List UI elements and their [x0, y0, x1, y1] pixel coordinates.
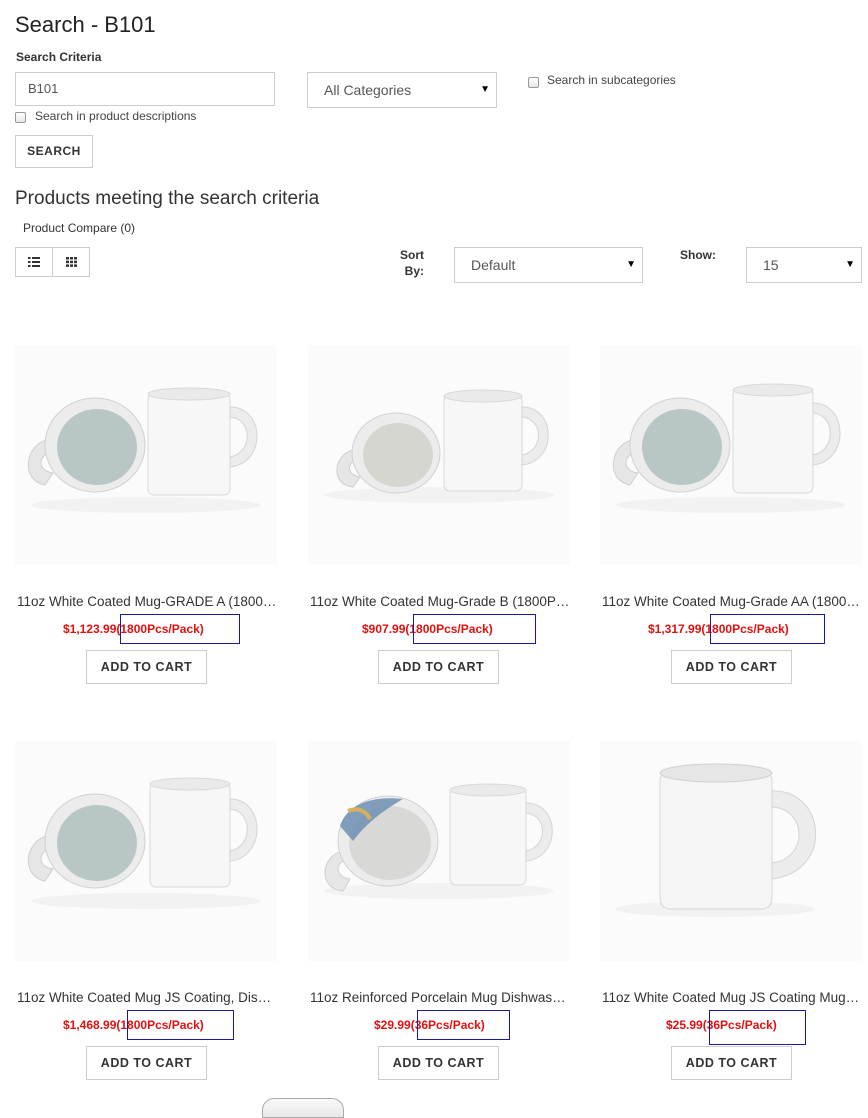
add-to-cart-button[interactable]: ADD TO CART [378, 650, 499, 684]
add-to-cart-button[interactable]: ADD TO CART [378, 1046, 499, 1080]
category-select[interactable]: All Categories ▼ [307, 72, 497, 108]
product-card: 11oz White Coated Mug-Grade AA (1800Pcs/… [600, 345, 862, 705]
pack-size-highlight-box [417, 1010, 510, 1040]
product-image[interactable] [15, 741, 277, 961]
price-value: $25.99 [666, 1018, 703, 1032]
product-card: 11oz White Coated Mug-GRADE A (1800Pcs/P… [15, 345, 277, 705]
category-select-value: All Categories [324, 82, 412, 98]
product-image[interactable] [308, 345, 570, 565]
results-heading: Products meeting the search criteria [15, 188, 320, 209]
product-card: 11oz White Coated Mug JS Coating, Dishwa… [15, 741, 277, 1101]
product-image[interactable] [308, 741, 570, 961]
price-value: $1,468.99 [63, 1018, 117, 1032]
pack-size-highlight-box [120, 614, 240, 644]
list-view-button[interactable] [15, 247, 53, 277]
pack-size-highlight-box [709, 1010, 806, 1045]
product-image[interactable] [600, 345, 862, 565]
add-to-cart-button[interactable]: ADD TO CART [671, 650, 792, 684]
page-title: Search - B101 [15, 12, 156, 37]
sort-select[interactable]: Default ▼ [454, 247, 643, 283]
chevron-down-icon: ▼ [845, 259, 855, 270]
price-value: $1,317.99 [648, 622, 702, 636]
subcategories-label: Search in subcategories [547, 73, 676, 87]
price-value: $29.99 [374, 1018, 411, 1032]
descriptions-label: Search in product descriptions [35, 109, 197, 123]
product-card: 11oz White Coated Mug-Grade B (1800Pcs/P… [308, 345, 570, 705]
product-compare-link[interactable]: Product Compare (0) [23, 221, 135, 235]
pack-size-highlight-box [127, 1010, 234, 1040]
product-card: 11oz Reinforced Porcelain Mug Dishwasher… [308, 741, 570, 1101]
add-to-cart-button[interactable]: ADD TO CART [86, 1046, 207, 1080]
product-image[interactable] [15, 345, 277, 565]
grid-view-icon [65, 257, 77, 267]
descriptions-checkbox[interactable] [15, 112, 26, 123]
chevron-down-icon: ▼ [626, 259, 636, 270]
list-view-icon [28, 257, 40, 267]
show-label: Show: [680, 248, 716, 262]
price-value: $1,123.99 [63, 622, 117, 636]
product-name[interactable]: 11oz Reinforced Porcelain Mug Dishwasher… [310, 990, 570, 1005]
price-value: $907.99 [362, 622, 406, 636]
subcategories-checkbox[interactable] [528, 77, 539, 88]
product-name[interactable]: 11oz White Coated Mug-Grade AA (1800Pcs/… [602, 594, 862, 609]
search-input[interactable]: B101 [15, 72, 275, 106]
product-name[interactable]: 11oz White Coated Mug-GRADE A (1800Pcs/P… [17, 594, 277, 609]
add-to-cart-button[interactable]: ADD TO CART [671, 1046, 792, 1080]
product-name[interactable]: 11oz White Coated Mug JS Coating, Dishwa… [17, 990, 277, 1005]
grid-view-button[interactable] [52, 247, 90, 277]
sort-by-label: Sort By: [400, 248, 424, 278]
show-select[interactable]: 15 ▼ [746, 247, 862, 283]
show-select-value: 15 [763, 257, 779, 273]
search-criteria-label: Search Criteria [16, 50, 102, 64]
product-card: 11oz White Coated Mug JS Coating Mug (36… [600, 741, 862, 1101]
product-name[interactable]: 11oz White Coated Mug-Grade B (1800Pcs/P… [310, 594, 570, 609]
add-to-cart-button[interactable]: ADD TO CART [86, 650, 207, 684]
pack-size-highlight-box [413, 614, 536, 644]
product-image[interactable] [600, 741, 862, 961]
pagination-control[interactable] [262, 1098, 344, 1118]
search-button[interactable]: SEARCH [15, 135, 93, 168]
product-name[interactable]: 11oz White Coated Mug JS Coating Mug (36… [602, 990, 862, 1005]
pack-size-highlight-box [710, 614, 825, 644]
chevron-down-icon: ▼ [480, 84, 490, 95]
sort-select-value: Default [471, 257, 516, 273]
